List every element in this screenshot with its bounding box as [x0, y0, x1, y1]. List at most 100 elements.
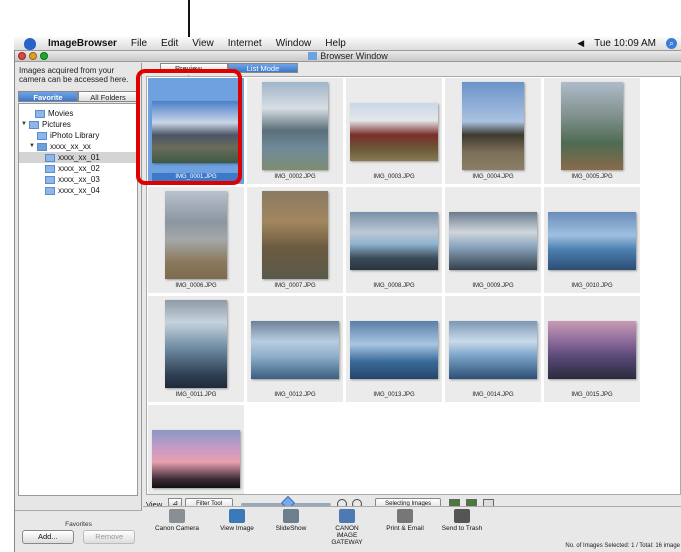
close-button[interactable]: [18, 52, 26, 60]
photo-thumbnail[interactable]: [561, 82, 623, 170]
screen: ImageBrowser File Edit View Internet Win…: [0, 0, 681, 552]
photo-thumbnail[interactable]: [262, 82, 328, 170]
photo-thumbnail[interactable]: [548, 321, 636, 379]
thumbnail-cell[interactable]: IMG_0002.JPG: [247, 78, 343, 184]
folder-tabs: Favorite Folders All Folders: [18, 91, 138, 113]
thumbnail-caption: IMG_0005.JPG: [571, 174, 613, 180]
thumbnail-cell[interactable]: IMG_0006.JPG: [148, 187, 244, 293]
thumbnail-caption: IMG_0010.JPG: [571, 283, 613, 289]
thumbnail-cell[interactable]: IMG_0005.JPG: [544, 78, 640, 184]
photo-thumbnail[interactable]: [165, 191, 227, 279]
thumbnail-cell[interactable]: IMG_0011.JPG: [148, 296, 244, 402]
photo-thumbnail[interactable]: [449, 321, 537, 379]
folder-tree: Movies ▼ Pictures iPhoto Library ▼ xxxx_xx…: [18, 103, 138, 496]
thumbnail-cell[interactable]: IMG_0009.JPG: [445, 187, 541, 293]
view-image-button[interactable]: View Image: [217, 509, 257, 532]
volume-icon[interactable]: ◀: [577, 38, 584, 49]
menu-internet[interactable]: Internet: [228, 38, 262, 49]
tab-favorite-folders[interactable]: Favorite Folders: [18, 91, 78, 113]
camera-icon: [169, 509, 185, 523]
spotlight-icon[interactable]: ⌕: [666, 38, 677, 49]
canon-camera-button[interactable]: Canon Camera: [153, 509, 201, 532]
hint-text: Images acquired from your camera can be …: [19, 66, 129, 84]
thumbnail-cell[interactable]: IMG_0004.JPG: [445, 78, 541, 184]
photo-thumbnail[interactable]: [262, 191, 328, 279]
folder-icon: [45, 175, 55, 184]
tree-item-movies[interactable]: Movies: [19, 108, 137, 119]
photo-thumbnail[interactable]: [350, 321, 438, 379]
menu-view[interactable]: View: [192, 38, 214, 49]
tree-item-pictures[interactable]: ▼ Pictures: [19, 119, 137, 130]
thumbnail-cell[interactable]: IMG_0015.JPG: [544, 296, 640, 402]
image-icon: [229, 509, 245, 523]
tree-item-xxxx-xx-03[interactable]: xxxx_xx_03: [19, 174, 137, 185]
thumbnail-caption: IMG_0011.JPG: [175, 392, 217, 398]
photo-thumbnail[interactable]: [251, 321, 339, 379]
status-bar: No. of Images Selected: 1 / Total: 16 im…: [565, 543, 680, 549]
photo-thumbnail[interactable]: [152, 430, 240, 488]
menu-app-name[interactable]: ImageBrowser: [48, 38, 117, 49]
photo-thumbnail[interactable]: [548, 212, 636, 270]
thumbnail-cell[interactable]: [148, 405, 244, 494]
window-title: Browser Window: [320, 51, 388, 61]
tree-item-xxxx-xx-xx[interactable]: ▼ xxxx_xx_xx: [19, 141, 137, 152]
photo-thumbnail[interactable]: [165, 300, 227, 388]
browser-window: Browser Window Images acquired from your…: [14, 51, 681, 552]
thumbnail-cell[interactable]: IMG_0013.JPG: [346, 296, 442, 402]
thumbnail-caption: IMG_0006.JPG: [175, 283, 217, 289]
thumbnail-cell[interactable]: IMG_0012.JPG: [247, 296, 343, 402]
disclosure-triangle-icon[interactable]: ▼: [29, 141, 37, 152]
folder-icon: [45, 164, 55, 173]
photo-thumbnail[interactable]: [350, 103, 438, 161]
slideshow-button[interactable]: SlideShow: [271, 509, 311, 532]
thumbnail-caption: IMG_0013.JPG: [373, 392, 415, 398]
thumbnail-caption: IMG_0008.JPG: [373, 283, 415, 289]
favorites-section: Favorites Add... Remove: [15, 510, 142, 552]
photo-thumbnail[interactable]: [449, 212, 537, 270]
thumbnail-caption: IMG_0009.JPG: [472, 283, 514, 289]
thumbnail-cell[interactable]: IMG_0007.JPG: [247, 187, 343, 293]
add-favorite-button[interactable]: Add...: [21, 530, 74, 544]
tree-item-xxxx-xx-02[interactable]: xxxx_xx_02: [19, 163, 137, 174]
menu-window[interactable]: Window: [276, 38, 312, 49]
thumbnail-cell[interactable]: IMG_0010.JPG: [544, 187, 640, 293]
menu-help[interactable]: Help: [325, 38, 346, 49]
folder-icon: [45, 186, 55, 195]
thumbnail-cell[interactable]: IMG_0008.JPG: [346, 187, 442, 293]
folder-icon: [29, 120, 39, 129]
folder-icon: [37, 131, 47, 140]
photo-thumbnail[interactable]: [350, 212, 438, 270]
tree-item-iphoto[interactable]: iPhoto Library: [19, 130, 137, 141]
send-to-trash-button[interactable]: Send to Trash: [437, 509, 487, 532]
zoom-button[interactable]: [40, 52, 48, 60]
folder-icon: [37, 142, 47, 151]
remove-favorite-button[interactable]: Remove: [83, 530, 136, 544]
tree-item-xxxx-xx-04[interactable]: xxxx_xx_04: [19, 185, 137, 196]
apple-icon[interactable]: [24, 37, 36, 50]
photo-thumbnail[interactable]: [462, 82, 524, 170]
thumbnail-cell[interactable]: IMG_0003.JPG: [346, 78, 442, 184]
folder-icon: [308, 52, 318, 60]
menu-edit[interactable]: Edit: [161, 38, 178, 49]
thumbnail-caption: IMG_0003.JPG: [373, 174, 415, 180]
action-bar: Canon Camera View Image SlideShow CANON …: [143, 506, 681, 546]
thumbnail-caption: IMG_0007.JPG: [274, 283, 316, 289]
selection-highlight: [136, 69, 242, 185]
gateway-icon: [339, 509, 355, 523]
folder-icon: [45, 153, 55, 162]
thumbnail-caption: IMG_0012.JPG: [274, 392, 316, 398]
left-panel: Images acquired from your camera can be …: [15, 63, 142, 552]
favorites-label: Favorites: [65, 521, 92, 528]
thumbnail-caption: IMG_0015.JPG: [571, 392, 613, 398]
title-bar: Browser Window: [15, 51, 681, 62]
slideshow-icon: [283, 509, 299, 523]
thumbnail-cell[interactable]: IMG_0014.JPG: [445, 296, 541, 402]
clock[interactable]: Tue 10:09 AM: [594, 38, 656, 49]
tab-all-folders[interactable]: All Folders: [78, 91, 138, 102]
print-email-button[interactable]: Print & Email: [383, 509, 427, 532]
disclosure-triangle-icon[interactable]: ▼: [21, 119, 29, 130]
thumbnail-caption: IMG_0002.JPG: [274, 174, 316, 180]
tree-item-xxxx-xx-01[interactable]: xxxx_xx_01: [19, 152, 137, 163]
minimize-button[interactable]: [29, 52, 37, 60]
menu-file[interactable]: File: [131, 38, 147, 49]
